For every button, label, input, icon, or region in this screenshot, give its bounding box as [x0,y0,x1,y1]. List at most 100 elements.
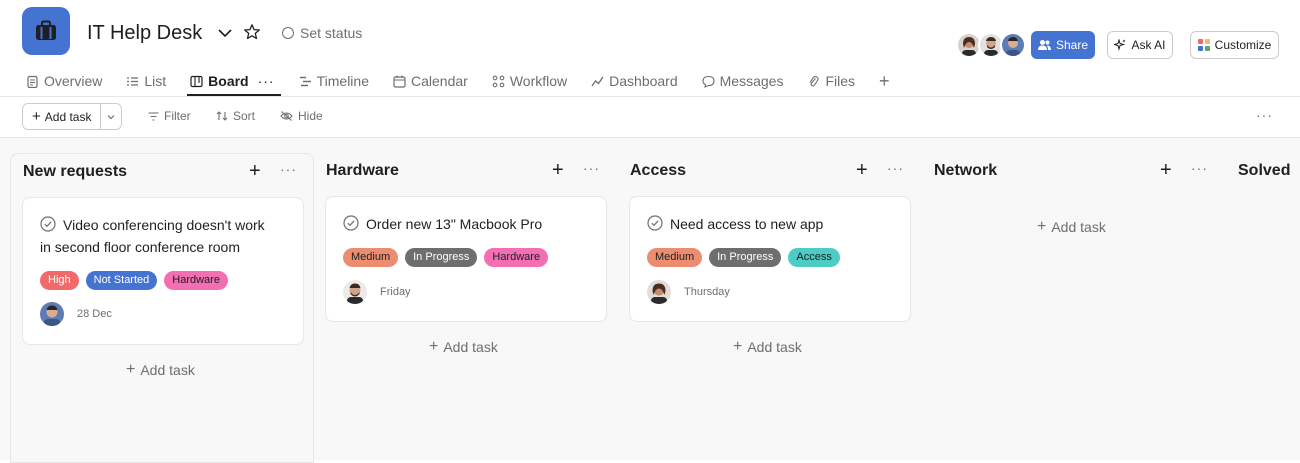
add-task-button[interactable]: + Add task [23,104,101,129]
hide-label: Hide [298,109,323,123]
filter-icon [148,111,159,121]
paperclip-icon [809,75,820,86]
tab-more-icon[interactable]: ··· [258,73,275,89]
add-task-label: Add task [140,362,195,378]
column-more-icon[interactable]: ··· [1191,160,1208,176]
column-more-icon[interactable]: ··· [887,160,904,176]
due-date[interactable]: Thursday [684,286,730,298]
sort-button[interactable]: Sort [216,109,255,123]
plus-icon: + [429,338,439,355]
chevron-down-icon [107,114,115,119]
filter-label: Filter [164,109,191,123]
member-avatars[interactable] [956,32,1026,58]
column-add-task-button[interactable]: + Add task [1037,218,1106,236]
column-add-icon[interactable]: + [856,159,868,182]
timeline-icon [299,76,311,86]
people-icon [1037,40,1051,50]
project-title[interactable]: IT Help Desk [87,22,202,45]
set-status-button[interactable]: Set status [282,25,362,41]
plus-icon: + [1037,218,1047,235]
tab-calendar[interactable]: Calendar [393,70,468,92]
task-card[interactable]: Video conferencing doesn't work in secon… [22,197,304,345]
add-tab-button[interactable]: + [879,70,890,92]
workflow-icon [492,75,505,87]
assignee-avatar[interactable] [647,280,671,304]
tab-list[interactable]: List [126,70,166,92]
priority-tag: Medium [343,248,399,267]
check-circle-icon[interactable] [647,215,663,231]
category-tag: Hardware [484,248,549,267]
tab-label: Workflow [509,73,568,89]
check-circle-icon[interactable] [40,216,56,232]
add-task-label: Add task [747,339,802,355]
tab-overview[interactable]: Overview [26,70,102,92]
board-column-solved: Solved [1226,153,1300,463]
tab-messages[interactable]: Messages [702,70,784,92]
tab-label: Timeline [316,73,369,89]
tab-timeline[interactable]: Timeline [299,70,369,92]
ask-ai-button[interactable]: Ask AI [1107,31,1173,59]
ask-ai-label: Ask AI [1131,38,1166,52]
task-title: Video conferencing doesn't work [63,217,265,233]
messages-icon [702,75,715,88]
column-more-icon[interactable]: ··· [280,161,297,177]
column-add-icon[interactable]: + [552,159,564,182]
tab-workflow[interactable]: Workflow [492,70,567,92]
column-add-icon[interactable]: + [249,160,261,183]
column-add-task-button[interactable]: + Add task [126,361,195,379]
customize-grid-icon [1197,39,1210,51]
column-title[interactable]: Access [630,162,686,180]
column-add-icon[interactable]: + [1160,159,1172,182]
tab-label: Files [825,73,856,89]
dashboard-icon [591,76,604,86]
project-tabs: Overview List Board ··· Timeline Calenda… [26,70,914,96]
set-status-label: Set status [300,25,363,41]
column-title[interactable]: Network [934,162,997,180]
status-tag: Not Started [85,271,158,290]
due-date[interactable]: Friday [380,286,411,298]
list-icon [127,76,139,86]
category-tag: Access [788,248,840,267]
task-meta: Friday [343,280,411,304]
assignee-avatar[interactable] [40,302,64,326]
more-options-icon[interactable]: ··· [1256,107,1273,123]
status-tag: In Progress [709,248,782,267]
board-toolbar: + Add task Filter Sort Hide ··· [0,97,1300,137]
column-title[interactable]: Solved [1238,162,1290,180]
status-circle-icon [282,27,294,39]
customize-button[interactable]: Customize [1190,31,1279,59]
tab-board[interactable]: Board ··· [187,70,282,96]
star-icon[interactable] [243,23,261,41]
board: New requests + ··· Video conferencing do… [0,138,1300,463]
board-column-network: Network + ··· + Add task [922,153,1226,463]
column-add-task-button[interactable]: + Add task [429,338,498,356]
filter-button[interactable]: Filter [148,109,191,123]
assignee-avatar[interactable] [343,280,367,304]
add-task-dropdown[interactable] [101,104,121,129]
sort-label: Sort [233,109,256,123]
column-title[interactable]: New requests [23,163,127,181]
board-column-hardware: Hardware + ··· Order new 13" Macbook Pro… [314,153,618,463]
briefcase-icon[interactable] [22,7,70,55]
due-date[interactable]: 28 Dec [77,308,112,320]
add-task-label: Add task [1051,219,1106,235]
sort-icon [216,111,228,121]
column-title[interactable]: Hardware [326,162,399,180]
tab-label: Messages [719,73,784,89]
column-more-icon[interactable]: ··· [583,160,600,176]
tab-label: Overview [44,73,103,89]
task-meta: Thursday [647,280,730,304]
customize-label: Customize [1214,38,1272,52]
avatar[interactable] [1000,32,1026,58]
check-circle-icon[interactable] [343,215,359,231]
task-card[interactable]: Order new 13" Macbook Pro Medium In Prog… [325,196,607,322]
priority-tag: High [40,271,79,290]
hide-button[interactable]: Hide [280,109,323,123]
column-add-task-button[interactable]: + Add task [733,338,802,356]
task-card[interactable]: Need access to new app Medium In Progres… [629,196,911,322]
tab-files[interactable]: Files [807,70,855,92]
tab-dashboard[interactable]: Dashboard [591,70,678,92]
chevron-down-icon[interactable] [216,24,234,42]
task-title: Order new 13" Macbook Pro [366,216,543,232]
share-button[interactable]: Share [1031,31,1095,59]
